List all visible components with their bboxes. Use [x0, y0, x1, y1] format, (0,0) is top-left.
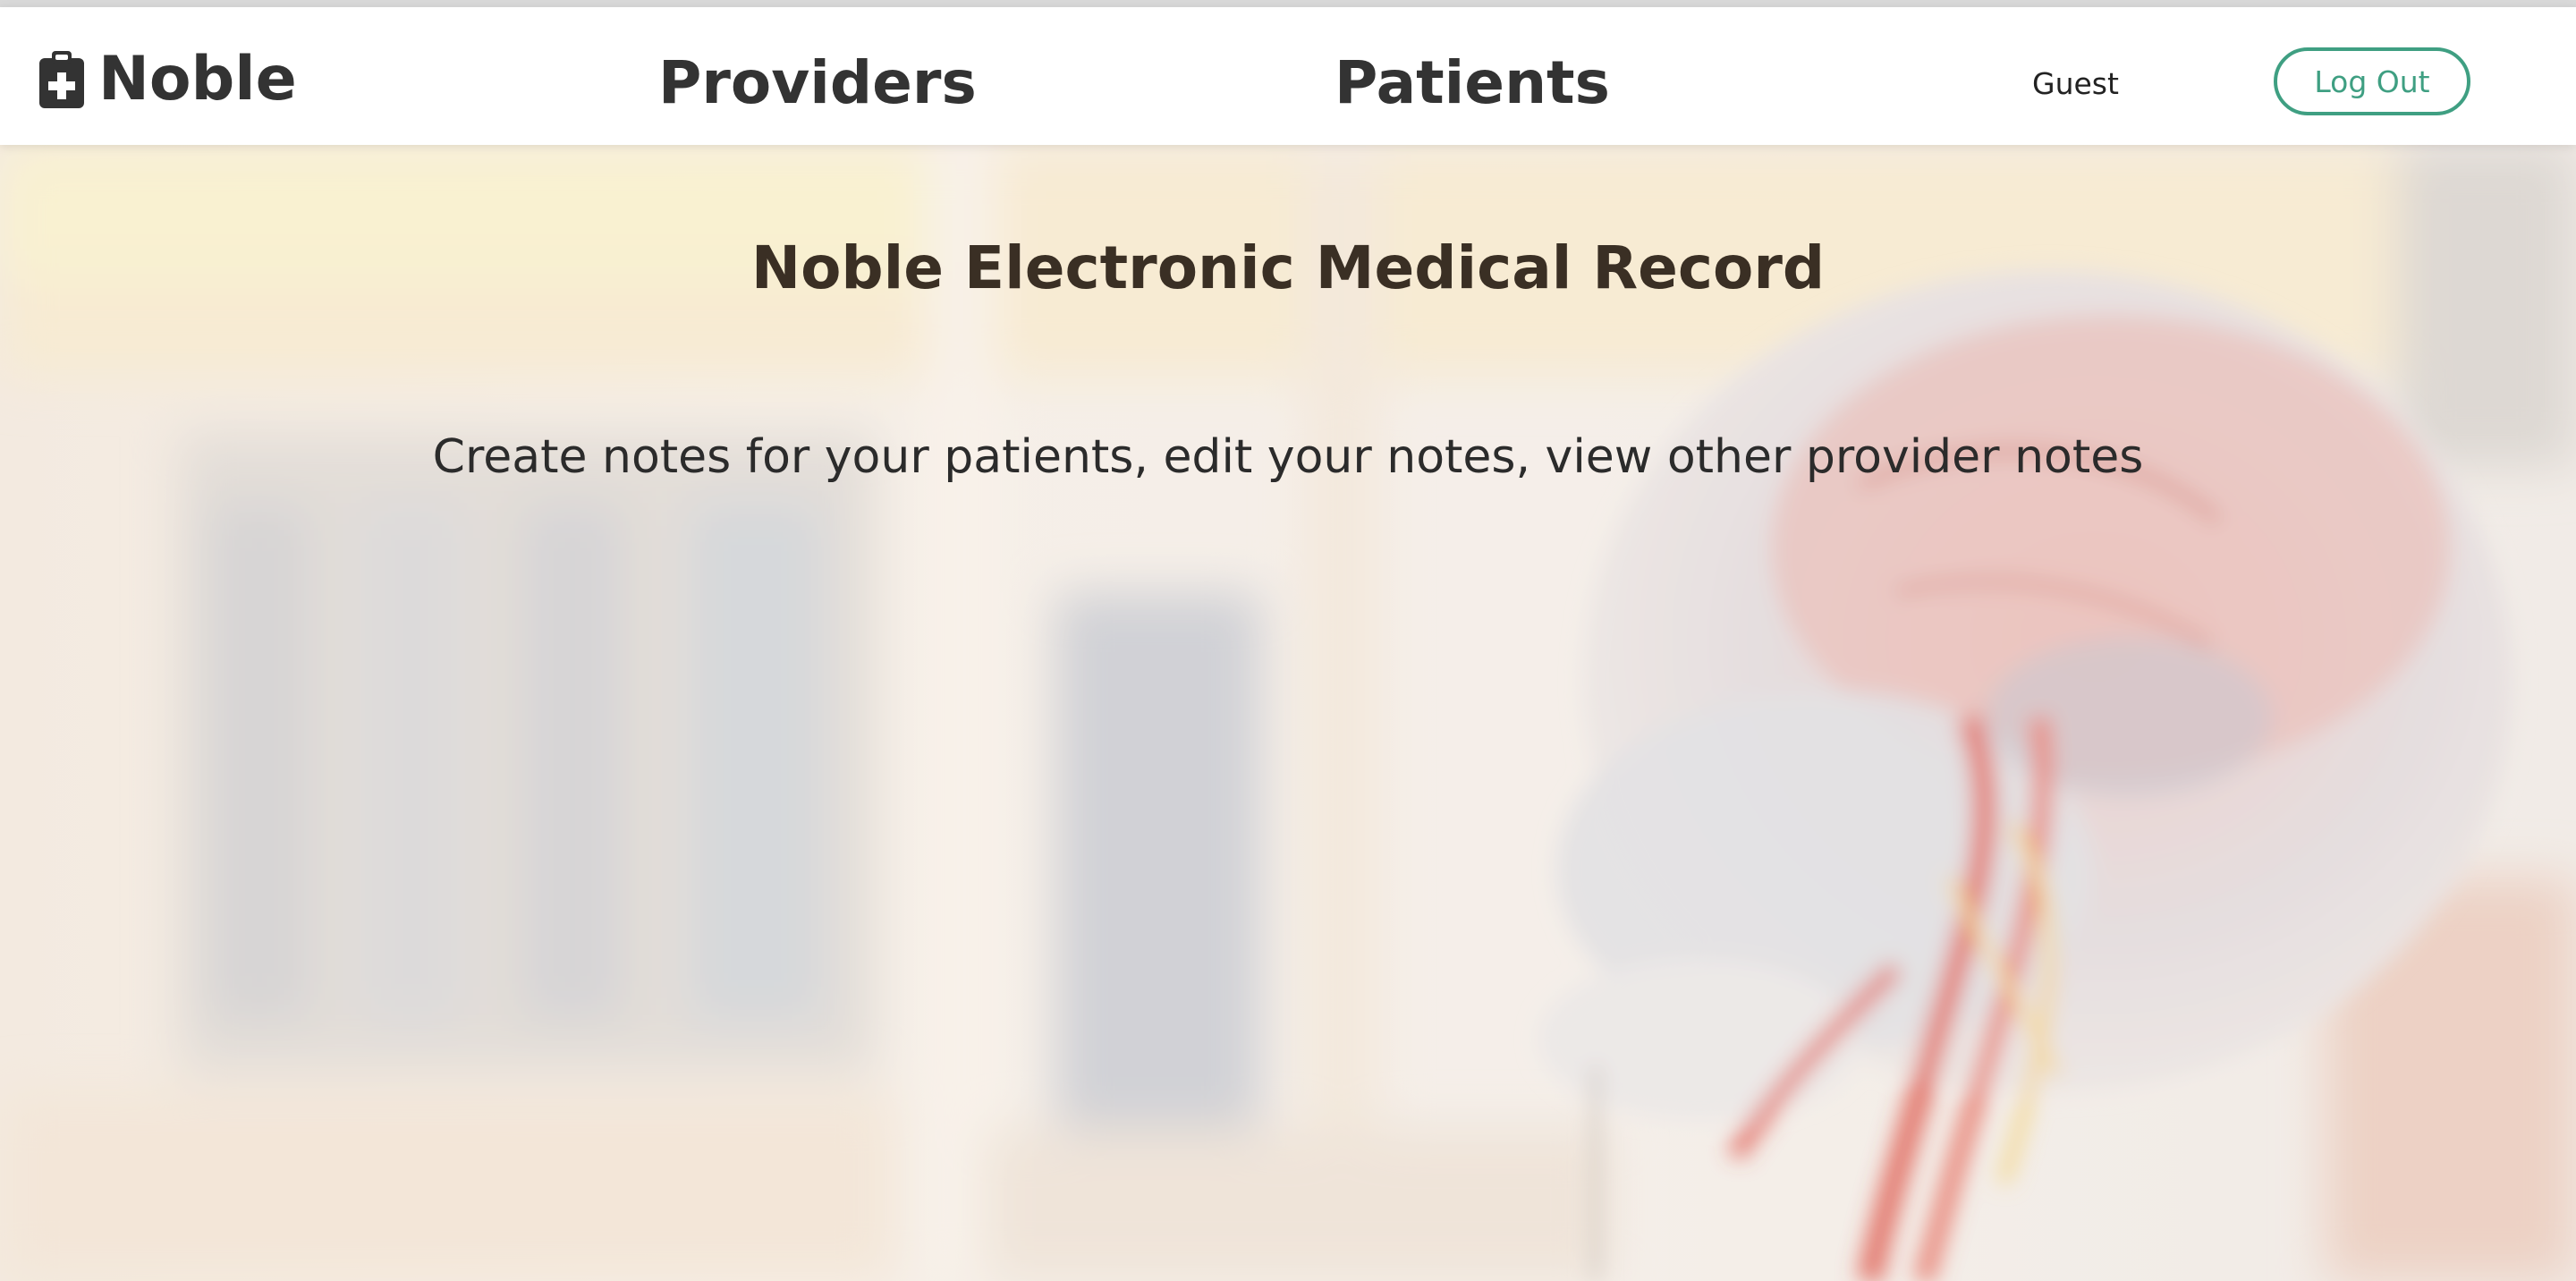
nav-link-patients[interactable]: Patients — [1335, 43, 1610, 123]
current-user-name: Guest — [2032, 66, 2119, 101]
hero-overlay — [0, 145, 2576, 1281]
brand-label: Noble — [98, 44, 297, 115]
window-top-border — [0, 0, 2576, 7]
page-title: Noble Electronic Medical Record — [750, 233, 1826, 302]
logout-button[interactable]: Log Out — [2274, 47, 2470, 115]
hero-section: Noble Electronic Medical Record Create n… — [0, 145, 2576, 1281]
brand-link[interactable]: Noble — [39, 39, 297, 120]
top-navbar: Noble Providers Patients Guest Log Out — [0, 7, 2576, 145]
page-subtitle: Create notes for your patients, edit you… — [432, 430, 2144, 484]
nav-link-providers[interactable]: Providers — [658, 43, 977, 123]
clipboard-plus-icon — [39, 51, 84, 108]
